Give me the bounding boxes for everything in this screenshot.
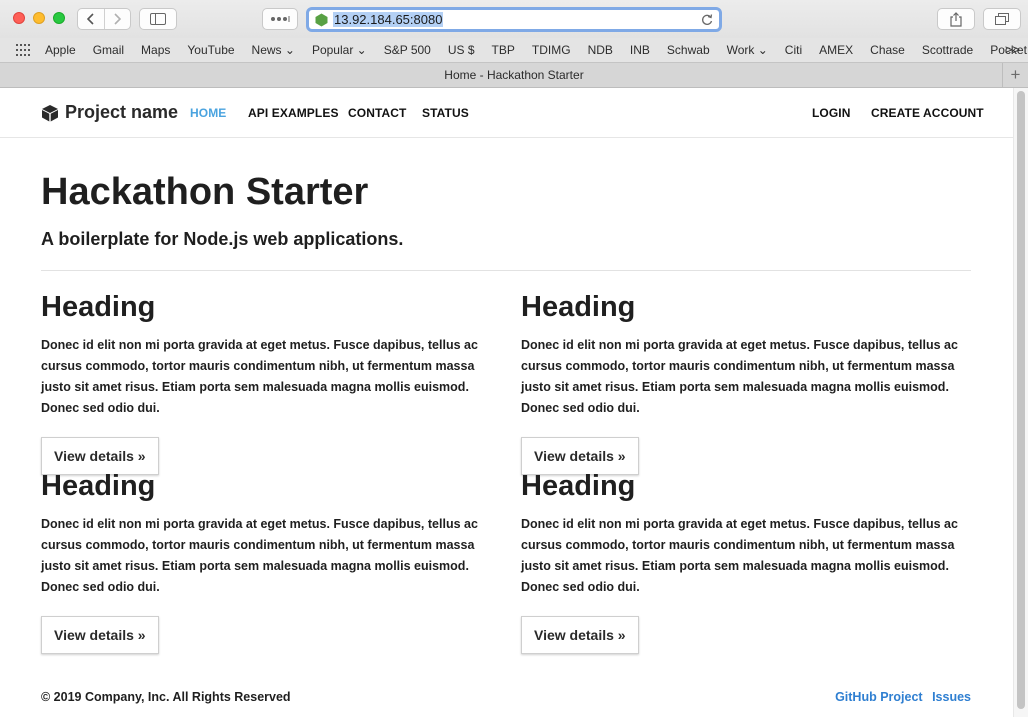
address-bar[interactable]: 13.92.184.65:8080: [306, 7, 722, 32]
window-zoom-button[interactable]: [53, 12, 65, 24]
browser-toolbar: 13.92.184.65:8080: [0, 0, 1028, 38]
card-body: Donec id elit non mi porta gravida at eg…: [41, 338, 478, 415]
bookmark-item[interactable]: Popular ⌄: [312, 43, 367, 57]
bookmark-item[interactable]: TDIMG: [532, 43, 571, 57]
site-settings-button[interactable]: [262, 8, 298, 30]
bookmark-item[interactable]: Chase: [870, 43, 905, 57]
site-navbar: Project name HOME API EXAMPLES CONTACT S…: [0, 88, 1013, 138]
bookmark-item[interactable]: INB: [630, 43, 650, 57]
feature-card: Heading Donec id elit non mi porta gravi…: [521, 289, 973, 475]
issues-link[interactable]: Issues: [932, 690, 971, 704]
divider: [41, 270, 971, 271]
window-minimize-button[interactable]: [33, 12, 45, 24]
grid-icon[interactable]: [16, 44, 30, 56]
brand-link[interactable]: Project name: [41, 102, 178, 123]
bookmark-item[interactable]: News ⌄: [252, 43, 295, 57]
card-heading: Heading: [41, 470, 156, 502]
window-close-button[interactable]: [13, 12, 25, 24]
bookmark-item[interactable]: Maps: [141, 43, 170, 57]
sidebar-icon: [150, 13, 166, 25]
nav-contact[interactable]: CONTACT: [348, 106, 406, 120]
scrollbar-thumb[interactable]: [1017, 91, 1025, 709]
nav-home[interactable]: HOME: [190, 106, 226, 120]
chevron-left-icon: [86, 13, 94, 25]
bookmark-item[interactable]: Gmail: [93, 43, 124, 57]
card-body: Donec id elit non mi porta gravida at eg…: [41, 517, 478, 594]
github-project-link[interactable]: GitHub Project: [835, 690, 923, 704]
feature-card: Heading Donec id elit non mi porta gravi…: [41, 468, 493, 654]
bookmark-item[interactable]: YouTube: [187, 43, 234, 57]
back-button[interactable]: [78, 9, 104, 29]
page-viewport: Project name HOME API EXAMPLES CONTACT S…: [0, 88, 1028, 717]
more-bookmarks-button[interactable]: >>: [1005, 42, 1020, 57]
bookmark-item[interactable]: AMEX: [819, 43, 853, 57]
tabs-icon: [995, 13, 1009, 25]
url-text: 13.92.184.65:8080: [333, 12, 444, 27]
footer-copyright: © 2019 Company, Inc. All Rights Reserved: [41, 690, 291, 704]
tab-overview-button[interactable]: [983, 8, 1021, 30]
bookmark-item[interactable]: NDB: [588, 43, 613, 57]
bookmark-item[interactable]: TBP: [492, 43, 515, 57]
nav-create-account[interactable]: CREATE ACCOUNT: [871, 106, 984, 120]
footer-links: GitHub Project Issues: [829, 690, 971, 704]
card-heading: Heading: [521, 470, 636, 502]
share-button[interactable]: [937, 8, 975, 30]
nav-login[interactable]: LOGIN: [812, 106, 851, 120]
bookmark-item[interactable]: Citi: [785, 43, 802, 57]
brand-name: Project name: [65, 102, 179, 122]
nav-api-examples[interactable]: API EXAMPLES: [248, 106, 339, 120]
page-scrollbar[interactable]: [1013, 88, 1028, 717]
bookmark-item[interactable]: Schwab: [667, 43, 710, 57]
cube-icon: [42, 104, 58, 121]
sidebar-toggle-button[interactable]: [139, 8, 177, 30]
nodejs-favicon-icon: [315, 13, 328, 26]
bookmark-item[interactable]: Work ⌄: [727, 43, 768, 57]
card-heading: Heading: [41, 291, 156, 323]
card-body: Donec id elit non mi porta gravida at eg…: [521, 338, 958, 415]
feature-card: Heading Donec id elit non mi porta gravi…: [41, 289, 493, 475]
more-dots-icon: [271, 16, 290, 22]
bookmark-item[interactable]: S&P 500: [384, 43, 431, 57]
view-details-button[interactable]: View details »: [41, 616, 159, 654]
history-nav: [77, 8, 131, 30]
forward-button[interactable]: [103, 9, 131, 29]
chevron-right-icon: [114, 13, 122, 25]
nav-status[interactable]: STATUS: [422, 106, 469, 120]
bookmark-item[interactable]: Scottrade: [922, 43, 973, 57]
feature-card: Heading Donec id elit non mi porta gravi…: [521, 468, 973, 654]
bookmark-item[interactable]: US $: [448, 43, 475, 57]
page-subtitle: A boilerplate for Node.js web applicatio…: [41, 229, 404, 249]
tab-bar: Home - Hackathon Starter +: [0, 62, 1028, 88]
bookmarks-bar: Apple Gmail Maps YouTube News ⌄ Popular …: [0, 38, 1028, 62]
card-heading: Heading: [521, 291, 636, 323]
share-icon: [950, 11, 962, 27]
page-title: Hackathon Starter: [41, 171, 369, 213]
view-details-button[interactable]: View details »: [521, 616, 639, 654]
bookmark-list: Apple Gmail Maps YouTube News ⌄ Popular …: [45, 38, 1028, 62]
new-tab-button[interactable]: +: [1002, 63, 1028, 87]
active-tab[interactable]: Home - Hackathon Starter: [444, 68, 583, 82]
card-body: Donec id elit non mi porta gravida at eg…: [521, 517, 958, 594]
bookmark-item[interactable]: Apple: [45, 43, 76, 57]
reload-icon[interactable]: [701, 13, 713, 29]
